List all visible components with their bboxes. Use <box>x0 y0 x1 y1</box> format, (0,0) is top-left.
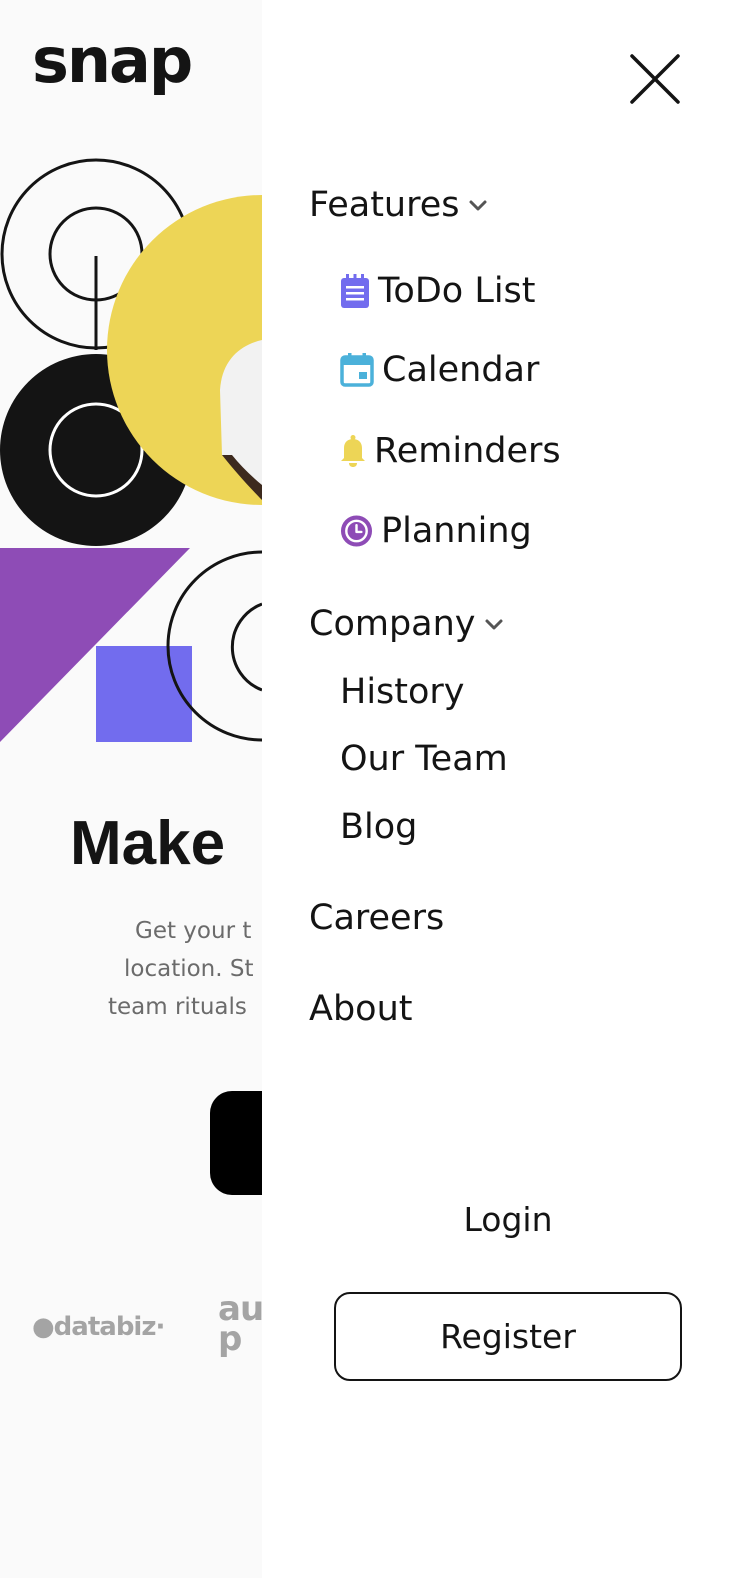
nav-company[interactable]: Company <box>309 604 504 644</box>
nav-item-todo-list[interactable]: ToDo List <box>340 271 536 311</box>
nav-item-label: Reminders <box>374 431 561 471</box>
login-button[interactable]: Login <box>334 1200 682 1239</box>
nav-features[interactable]: Features <box>309 185 488 225</box>
close-icon[interactable] <box>629 53 681 105</box>
register-button[interactable]: Register <box>334 1292 682 1381</box>
chevron-down-icon <box>469 200 486 211</box>
chevron-down-icon <box>485 619 503 630</box>
hero-description-line: team rituals <box>108 994 247 1020</box>
register-label: Register <box>440 1317 576 1356</box>
nav-company-label: Company <box>309 604 476 644</box>
nav-item-calendar[interactable]: Calendar <box>340 350 539 390</box>
nav-item-our-team[interactable]: Our Team <box>340 739 508 779</box>
hero-description-line: location. St <box>124 956 254 982</box>
nav-item-blog[interactable]: Blog <box>340 807 417 847</box>
clock-icon <box>340 515 373 547</box>
partner-logo-databiz: ●databiz· <box>32 1312 165 1342</box>
hero-description-line: Get your t <box>135 918 252 944</box>
nav-careers[interactable]: Careers <box>309 898 444 938</box>
nav-item-label: ToDo List <box>378 271 536 311</box>
nav-item-history[interactable]: History <box>340 672 465 712</box>
todo-icon <box>341 274 369 308</box>
calendar-icon <box>340 353 374 387</box>
hero-title: Make <box>70 809 226 878</box>
nav-item-planning[interactable]: Planning <box>340 511 532 551</box>
partner-logo-audiophile: au p <box>218 1289 264 1359</box>
nav-features-label: Features <box>309 185 460 225</box>
nav-about[interactable]: About <box>309 989 412 1029</box>
bell-icon <box>341 435 365 467</box>
hero-illustration <box>0 158 262 742</box>
logo[interactable]: snap <box>32 30 193 92</box>
nav-item-label: Calendar <box>382 350 540 390</box>
nav-item-label: Planning <box>381 511 532 551</box>
nav-item-reminders[interactable]: Reminders <box>340 431 561 471</box>
